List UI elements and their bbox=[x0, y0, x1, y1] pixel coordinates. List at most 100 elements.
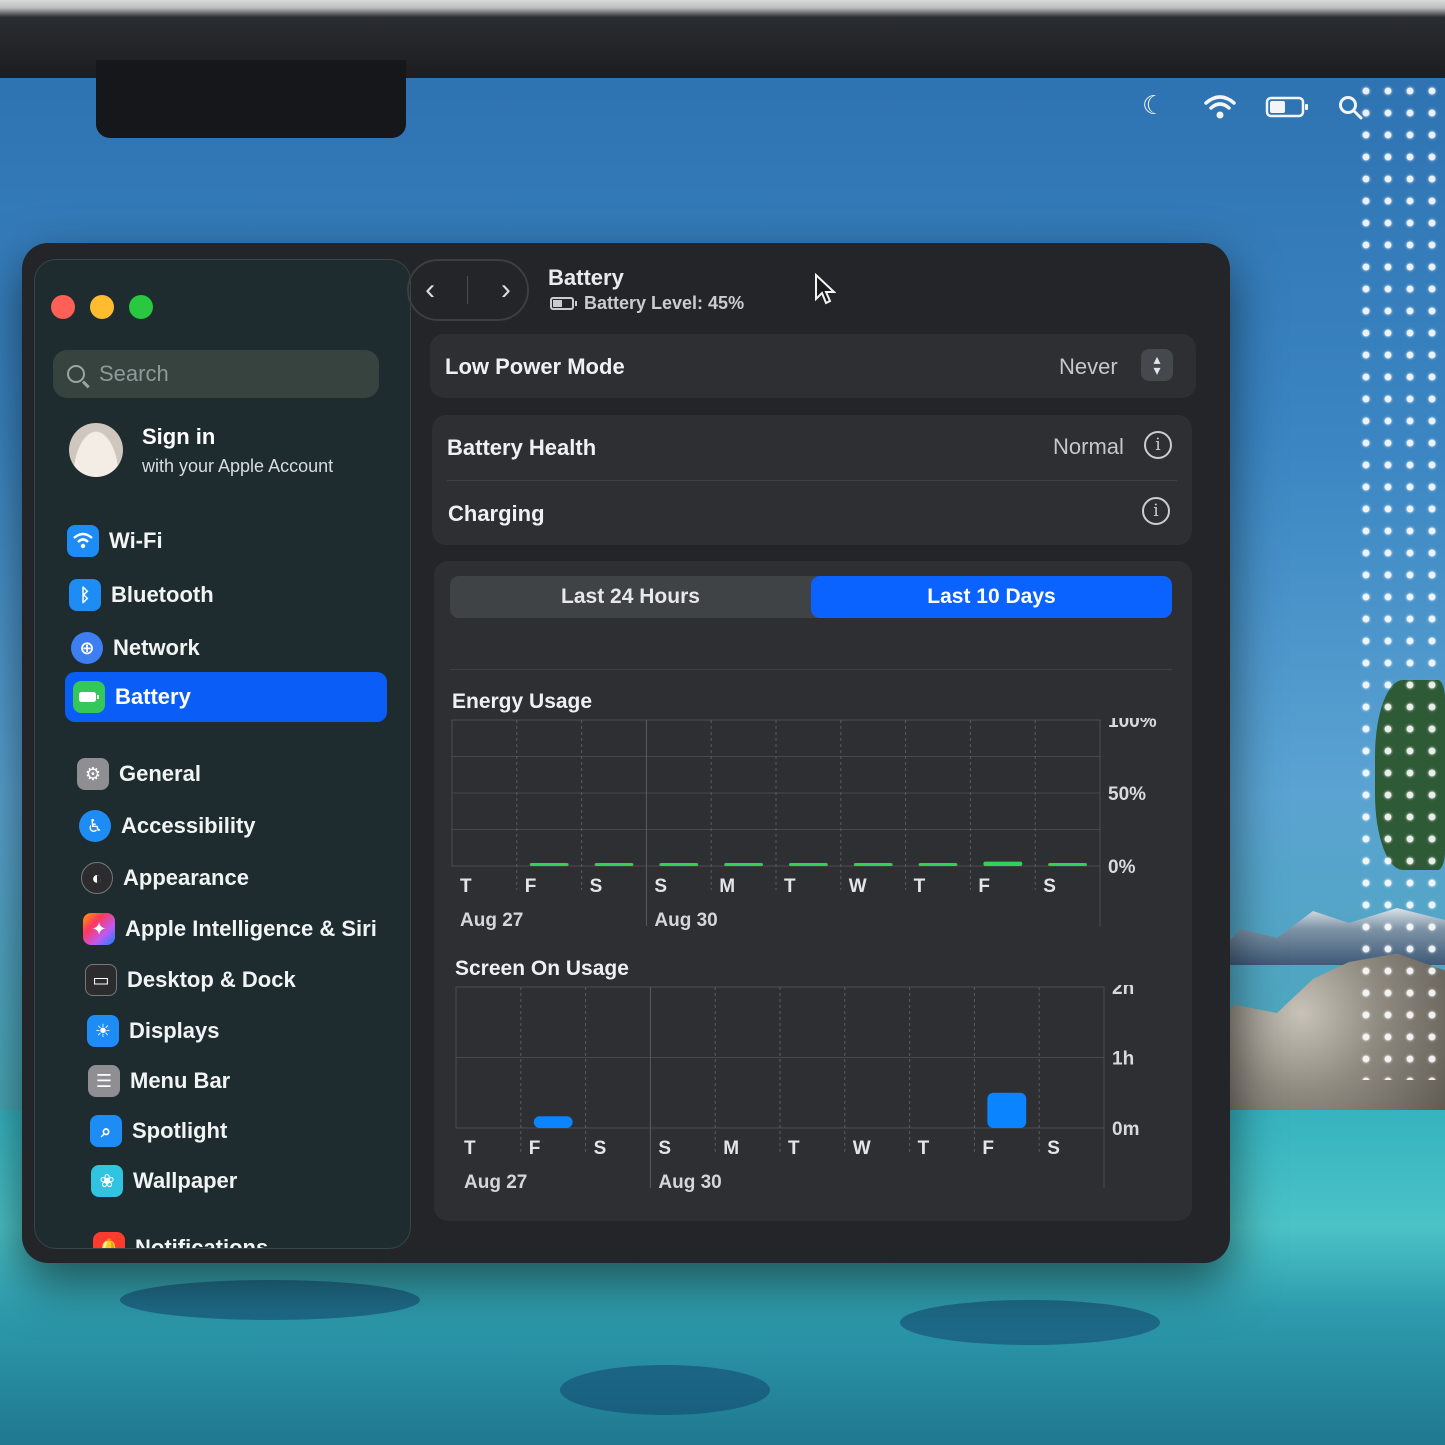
system-settings-window: Search Sign in with your Apple Account W… bbox=[22, 243, 1230, 1263]
close-button[interactable] bbox=[51, 295, 75, 319]
chevron-left-icon[interactable]: ‹ bbox=[425, 273, 435, 307]
bar[interactable] bbox=[1048, 863, 1088, 866]
sidebar-item-general[interactable]: ⚙ General bbox=[77, 749, 201, 799]
mouse-pointer-icon bbox=[815, 273, 836, 305]
search-field[interactable]: Search bbox=[53, 350, 379, 398]
sidebar-item-notifications[interactable]: 🔔 Notifications bbox=[93, 1223, 269, 1249]
sidebar-item-label: Bluetooth bbox=[111, 582, 214, 607]
battery-level: Battery Level: 45% bbox=[550, 293, 744, 314]
dock-icon: ▭ bbox=[85, 964, 117, 996]
menu-bar-icon: ☰ bbox=[88, 1065, 120, 1097]
water-shadow bbox=[120, 1280, 420, 1320]
bar[interactable] bbox=[594, 863, 634, 866]
sidebar-item-menu-bar[interactable]: ☰ Menu Bar bbox=[88, 1056, 230, 1106]
sidebar-item-label: Wi-Fi bbox=[109, 528, 163, 553]
battery-icon bbox=[550, 297, 577, 310]
water-shadow bbox=[900, 1300, 1160, 1345]
date-label: Aug 27 bbox=[460, 910, 523, 931]
gear-icon: ⚙ bbox=[77, 758, 109, 790]
sidebar-item-wifi[interactable]: Wi-Fi bbox=[67, 516, 163, 566]
sidebar-item-label: Network bbox=[113, 635, 200, 660]
moon-icon[interactable]: ☾ bbox=[1142, 92, 1165, 118]
x-tick-label: T bbox=[918, 1138, 930, 1159]
y-tick-label: 50% bbox=[1108, 784, 1146, 805]
sun-icon: ☀ bbox=[87, 1015, 119, 1047]
bar[interactable] bbox=[529, 863, 569, 866]
chevron-right-icon[interactable]: › bbox=[501, 273, 511, 307]
y-tick-label: 2h bbox=[1112, 985, 1134, 999]
sidebar-item-wallpaper[interactable]: ❀ Wallpaper bbox=[91, 1156, 237, 1206]
sidebar-item-network[interactable]: ⊕ Network bbox=[71, 623, 200, 673]
energy-usage-title: Energy Usage bbox=[452, 690, 593, 713]
sidebar-item-bluetooth[interactable]: ᛒ Bluetooth bbox=[69, 570, 214, 620]
bar[interactable] bbox=[983, 861, 1023, 866]
low-power-mode-row: Low Power Mode Never ▴ ▾ bbox=[430, 334, 1196, 398]
flower-icon: ❀ bbox=[91, 1165, 123, 1197]
x-tick-label: F bbox=[982, 1138, 994, 1159]
low-power-mode-label: Low Power Mode bbox=[445, 354, 625, 379]
bar[interactable] bbox=[724, 863, 764, 866]
x-tick-label: F bbox=[978, 876, 990, 897]
sidebar-item-siri[interactable]: ✦ Apple Intelligence & Siri bbox=[83, 904, 377, 954]
sidebar-item-label: Wallpaper bbox=[133, 1168, 238, 1193]
sidebar-item-displays[interactable]: ☀ Displays bbox=[87, 1006, 220, 1056]
x-tick-label: S bbox=[1047, 1138, 1060, 1159]
popup-chevron-icon[interactable]: ▴ ▾ bbox=[1141, 349, 1173, 381]
time-range-segmented-control: Last 24 Hours Last 10 Days bbox=[450, 576, 1172, 618]
x-tick-label: S bbox=[594, 1138, 607, 1159]
low-power-mode-value[interactable]: Never bbox=[1059, 354, 1118, 380]
wifi-icon[interactable] bbox=[1203, 94, 1237, 120]
bar[interactable] bbox=[987, 1092, 1027, 1128]
charging-label: Charging bbox=[448, 501, 545, 526]
spotlight-icon[interactable] bbox=[1338, 95, 1364, 121]
tab-last-10-days[interactable]: Last 10 Days bbox=[811, 576, 1172, 618]
water-shadow bbox=[560, 1365, 770, 1415]
y-tick-label: 0m bbox=[1112, 1119, 1139, 1140]
sidebar-item-appearance[interactable]: ◐ Appearance bbox=[81, 853, 249, 903]
accessibility-icon: ♿ bbox=[79, 810, 111, 842]
search-icon bbox=[67, 365, 85, 383]
sidebar-item-desktop-dock[interactable]: ▭ Desktop & Dock bbox=[85, 955, 296, 1005]
x-tick-label: W bbox=[849, 876, 867, 897]
avatar bbox=[69, 423, 123, 477]
screen-on-usage-chart: 2h 1h 0m T F S S M T W T F S Aug 27 Aug 30 bbox=[455, 985, 1139, 1193]
sidebar-item-accessibility[interactable]: ♿ Accessibility bbox=[79, 801, 256, 851]
y-tick-label: 1h bbox=[1112, 1049, 1134, 1070]
tab-last-24-hours[interactable]: Last 24 Hours bbox=[450, 576, 811, 618]
battery-health-value: Normal bbox=[1053, 434, 1124, 459]
bar[interactable] bbox=[918, 863, 958, 866]
bar[interactable] bbox=[659, 863, 699, 866]
battery-level-text: Battery Level: 45% bbox=[584, 293, 745, 313]
globe-icon: ⊕ bbox=[71, 632, 103, 664]
sidebar-item-label: Apple Intelligence & Siri bbox=[125, 916, 377, 941]
battery-status-icon[interactable] bbox=[1265, 96, 1311, 118]
string-lights bbox=[1355, 80, 1445, 1080]
sidebar-item-label: Displays bbox=[129, 1018, 220, 1043]
search-placeholder: Search bbox=[99, 361, 169, 386]
date-label: Aug 30 bbox=[658, 1172, 721, 1193]
bar[interactable] bbox=[533, 1116, 573, 1128]
zoom-button[interactable] bbox=[129, 295, 153, 319]
date-label: Aug 30 bbox=[654, 910, 717, 931]
info-icon[interactable]: i bbox=[1144, 431, 1172, 459]
date-label: Aug 27 bbox=[464, 1172, 527, 1193]
sidebar-item-label: Appearance bbox=[123, 865, 249, 890]
sidebar-item-label: Notifications bbox=[135, 1235, 269, 1249]
sidebar-item-battery[interactable]: Battery bbox=[65, 672, 387, 722]
y-tick-label: 0% bbox=[1108, 857, 1136, 878]
bar[interactable] bbox=[788, 863, 828, 866]
sidebar-item-spotlight[interactable]: ⌕ Spotlight bbox=[90, 1106, 227, 1156]
x-tick-label: S bbox=[658, 1138, 671, 1159]
apple-account-signin[interactable]: Sign in with your Apple Account bbox=[69, 423, 333, 477]
magnifier-icon: ⌕ bbox=[90, 1115, 122, 1147]
minimize-button[interactable] bbox=[90, 295, 114, 319]
account-subtitle: with your Apple Account bbox=[142, 455, 334, 476]
divider bbox=[450, 669, 1172, 670]
bar[interactable] bbox=[853, 863, 893, 866]
back-forward-control: ‹ › bbox=[407, 259, 529, 321]
x-tick-label: T bbox=[788, 1138, 800, 1159]
info-icon[interactable]: i bbox=[1142, 497, 1170, 525]
page-title: Battery bbox=[548, 265, 624, 290]
sidebar-item-label: Battery bbox=[115, 684, 191, 709]
battery-health-card: Battery Health Normal i Charging i bbox=[432, 415, 1192, 545]
